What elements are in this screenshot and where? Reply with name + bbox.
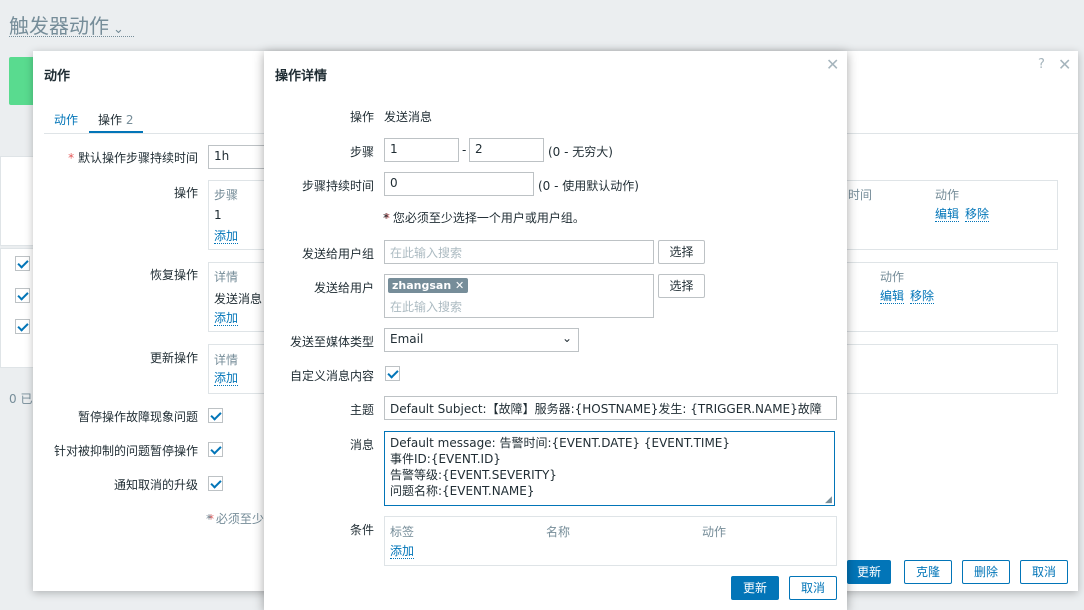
step-duration-hint: (0 - 使用默认动作) [538, 179, 639, 193]
media-type-select[interactable]: Email ⌄ [384, 328, 579, 352]
default-duration-input[interactable]: 1h [208, 145, 268, 169]
user-groups-search[interactable]: 在此输入搜索 [384, 240, 654, 264]
conditions-col-name: 名称 [546, 525, 571, 539]
bg-count-text: 0 已 [9, 392, 33, 406]
bg-row-checkbox[interactable] [15, 256, 30, 271]
conditions-col-label: 标签 [390, 525, 415, 539]
tab-operations[interactable]: 操作 2 [98, 111, 133, 128]
tab-operations-label: 操作 [98, 113, 123, 127]
subject-input[interactable]: Default Subject:【故障】服务器:{HOSTNAME}发生: {T… [384, 396, 837, 420]
pause-suppressed-label: 针对被抑制的问题暂停操作 [53, 444, 198, 458]
steps-separator: - [462, 143, 467, 157]
tab-action[interactable]: 动作 [54, 111, 78, 128]
message-line: Default message: 告警时间:{EVENT.DATE} {EVEN… [390, 436, 731, 450]
chevron-down-icon: ⌄ [561, 331, 572, 345]
subject-label: 主题 [349, 403, 374, 417]
users-select-button[interactable]: 选择 [658, 274, 705, 298]
operation-value: 发送消息 [384, 110, 433, 124]
conditions-table [384, 516, 837, 566]
recovery-row-details: 发送消息 [214, 292, 263, 306]
clone-button[interactable]: 克隆 [904, 560, 952, 584]
users-label: 发送给用户 [313, 281, 374, 295]
operations-col-actions: 动作 [935, 188, 960, 202]
operation-details-title: 操作详情 [275, 69, 328, 84]
media-type-label: 发送至媒体类型 [289, 335, 374, 349]
custom-message-label: 自定义消息内容 [289, 369, 374, 383]
update-button[interactable]: 更新 [847, 560, 891, 584]
steps-hint: (0 - 无穷大) [548, 145, 613, 159]
recovery-col-actions: 动作 [880, 270, 905, 284]
delete-button[interactable]: 删除 [962, 560, 1010, 584]
user-tag-label: zhangsan [392, 279, 452, 292]
message-line: 事件ID:{EVENT.ID} [390, 452, 501, 466]
close-icon[interactable]: ✕ [1058, 55, 1071, 74]
user-groups-select-button[interactable]: 选择 [658, 240, 705, 264]
chevron-down-icon: ⌄ [113, 22, 124, 37]
operations-col-steps: 步骤 [214, 188, 239, 202]
operations-row-step: 1 [214, 208, 222, 222]
user-groups-label: 发送给用户组 [301, 247, 374, 261]
operations-add-link[interactable]: 添加 [214, 230, 239, 244]
user-required-warning-text: * 您必须至少选择一个用户或用户组。 [383, 211, 585, 225]
media-type-value: Email [390, 332, 424, 346]
conditions-label: 条件 [349, 523, 374, 537]
pause-suppressed-checkbox[interactable] [208, 442, 223, 457]
page-title-underline [9, 36, 134, 37]
bg-row-checkbox[interactable] [15, 319, 30, 334]
message-textarea[interactable]: Default message: 告警时间:{EVENT.DATE} {EVEN… [384, 431, 835, 506]
update-ops-col-details: 详情 [214, 353, 239, 367]
action-dialog-title: 动作 [44, 69, 71, 84]
cancel-button[interactable]: 取消 [1020, 560, 1068, 584]
page-title[interactable]: 触发器动作 ⌄ [9, 10, 124, 39]
help-icon[interactable]: ? [1038, 57, 1045, 72]
users-search-placeholder[interactable]: 在此输入搜索 [390, 298, 462, 315]
steps-label: 步骤 [349, 145, 374, 159]
resize-handle-icon[interactable]: ◢ [825, 495, 832, 505]
operation-update-button[interactable]: 更新 [731, 576, 779, 600]
notify-cancel-label: 通知取消的升级 [113, 478, 198, 492]
recovery-col-details: 详情 [214, 270, 239, 284]
operations-remove-link[interactable]: 移除 [965, 208, 990, 222]
update-ops-label: 更新操作 [149, 351, 198, 365]
update-ops-add-link[interactable]: 添加 [214, 372, 239, 386]
page-title-text: 触发器动作 [9, 14, 109, 38]
step-duration-label: 步骤持续时间 [301, 179, 374, 193]
operations-col-time: 时间 [848, 188, 873, 202]
steps-from-input[interactable]: 1 [384, 138, 459, 162]
pause-problem-label: 暂停操作故障现象问题 [77, 410, 198, 424]
message-line: 问题名称:{EVENT.NAME} [390, 484, 535, 498]
user-tag[interactable]: zhangsan ✕ [388, 278, 469, 293]
recovery-edit-link[interactable]: 编辑 [880, 290, 905, 304]
recovery-remove-link[interactable]: 移除 [910, 290, 935, 304]
bg-row-checkbox[interactable] [15, 288, 30, 303]
tab-operations-count: 2 [125, 113, 134, 127]
pause-problem-checkbox[interactable] [208, 408, 223, 423]
required-note: ** 必须至少 [206, 512, 264, 526]
message-label: 消息 [349, 438, 374, 452]
step-duration-input[interactable]: 0 [384, 172, 534, 196]
close-icon[interactable]: ✕ [826, 55, 839, 74]
steps-to-input[interactable]: 2 [469, 138, 544, 162]
operations-label: 操作 [173, 186, 198, 200]
default-duration-label: * 默认操作步骤持续时间 [68, 151, 198, 165]
recovery-label: 恢复操作 [149, 268, 198, 282]
active-tab-indicator [89, 131, 143, 133]
recovery-add-link[interactable]: 添加 [214, 312, 239, 326]
conditions-col-action: 动作 [702, 525, 727, 539]
operations-edit-link[interactable]: 编辑 [935, 208, 960, 222]
message-line: 告警等级:{EVENT.SEVERITY} [390, 468, 557, 482]
notify-cancel-checkbox[interactable] [208, 476, 223, 491]
operation-label: 操作 [349, 110, 374, 124]
custom-message-checkbox[interactable] [385, 366, 400, 381]
required-note-text: * 必须至少 [206, 512, 264, 526]
tag-remove-icon[interactable]: ✕ [455, 279, 464, 292]
user-required-warning: ** 您必须至少选择一个用户或用户组。 [383, 211, 585, 225]
conditions-add-link[interactable]: 添加 [390, 545, 415, 559]
operation-cancel-button[interactable]: 取消 [789, 576, 837, 600]
